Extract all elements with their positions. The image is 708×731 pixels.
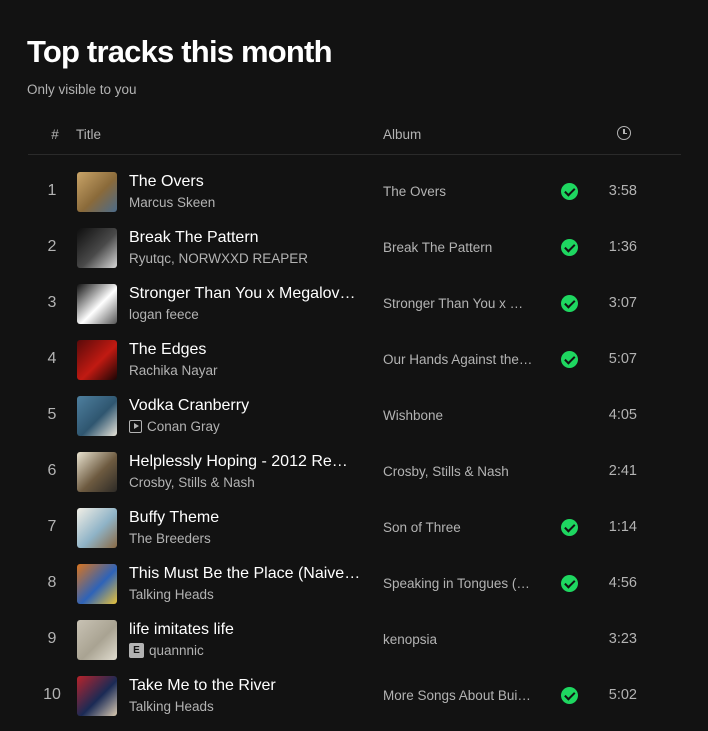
track-row[interactable]: 2 Break The Pattern Ryutqc, NORWXXD REAPER… [0, 220, 708, 276]
track-artist: Crosby, Stills & Nash [129, 475, 361, 490]
track-artist: Conan Gray [129, 419, 361, 434]
artist-link[interactable]: Talking Heads [129, 699, 214, 714]
track-duration: 1:14 [608, 519, 637, 535]
track-artist: Talking Heads [129, 587, 361, 602]
track-number: 7 [47, 518, 57, 535]
column-title[interactable]: Title [76, 127, 101, 142]
track-title-link[interactable]: Helplessly Hoping - 2012 Remaster [129, 453, 361, 471]
top-tracks-page: Top tracks this month Only visible to yo… [0, 0, 708, 731]
track-title-link[interactable]: Vodka Cranberry [129, 397, 361, 415]
album-link[interactable]: Wishbone [383, 408, 533, 423]
track-duration: 2:41 [608, 463, 637, 479]
album-art[interactable] [77, 620, 117, 660]
album-art[interactable] [77, 228, 117, 268]
artist-link[interactable]: Rachika Nayar [129, 363, 218, 378]
artist-link[interactable]: logan feece [129, 307, 199, 322]
album-link[interactable]: The Overs [383, 184, 533, 199]
track-artist: Rachika Nayar [129, 363, 361, 378]
clock-icon [617, 126, 631, 140]
album-art[interactable] [77, 396, 117, 436]
artist-link[interactable]: quannnic [149, 643, 204, 658]
track-row[interactable]: 7 Buffy Theme The Breeders Son of Three 1:14 [0, 500, 708, 556]
track-duration: 3:23 [608, 631, 637, 647]
track-artist: Talking Heads [129, 699, 361, 714]
track-number: 3 [47, 294, 57, 311]
track-title-link[interactable]: The Overs [129, 173, 361, 191]
album-link[interactable]: Our Hands Against the Dusk [383, 352, 533, 367]
track-artist: The Breeders [129, 531, 361, 546]
album-art[interactable] [77, 452, 117, 492]
track-number: 1 [47, 182, 57, 199]
saved-check-icon[interactable] [561, 351, 578, 368]
track-artist: logan feece [129, 307, 361, 322]
album-art[interactable] [77, 676, 117, 716]
track-duration: 5:07 [608, 351, 637, 367]
track-number: 9 [47, 630, 57, 647]
track-row[interactable]: 4 The Edges Rachika Nayar Our Hands Against… [0, 332, 708, 388]
track-row[interactable]: 9 life imitates life Equannnic kenopsia 3:23 [0, 612, 708, 668]
album-link[interactable]: Crosby, Stills & Nash [383, 464, 533, 479]
artist-link[interactable]: Ryutqc, NORWXXD REAPER [129, 251, 308, 266]
track-number: 2 [47, 238, 57, 255]
album-link[interactable]: Son of Three [383, 520, 533, 535]
album-art[interactable] [77, 284, 117, 324]
album-art[interactable] [77, 172, 117, 212]
saved-check-icon[interactable] [561, 519, 578, 536]
track-title-link[interactable]: The Edges [129, 341, 361, 359]
saved-check-icon[interactable] [561, 295, 578, 312]
track-artist: Ryutqc, NORWXXD REAPER [129, 251, 361, 266]
artist-link[interactable]: Conan Gray [147, 419, 220, 434]
track-number: 8 [47, 574, 57, 591]
artist-link[interactable]: Talking Heads [129, 587, 214, 602]
tracklist: 1 The Overs Marcus Skeen The Overs 3:58 2 Brea… [0, 164, 708, 724]
album-link[interactable]: Break The Pattern [383, 240, 533, 255]
track-title-link[interactable]: Stronger Than You x Megalovania [129, 285, 361, 303]
explicit-badge: E [129, 643, 144, 658]
track-number: 10 [43, 686, 61, 703]
track-artist: Marcus Skeen [129, 195, 361, 210]
album-art[interactable] [77, 564, 117, 604]
album-link[interactable]: kenopsia [383, 632, 533, 647]
track-row[interactable]: 8 This Must Be the Place (Naive Melody) Ta… [0, 556, 708, 612]
track-row[interactable]: 6 Helplessly Hoping - 2012 Remaster Crosby… [0, 444, 708, 500]
saved-check-icon[interactable] [561, 575, 578, 592]
tracklist-header: # Title Album [28, 118, 681, 155]
artist-link[interactable]: Marcus Skeen [129, 195, 215, 210]
saved-check-icon[interactable] [561, 239, 578, 256]
track-number: 4 [47, 350, 57, 367]
video-icon [129, 420, 142, 433]
track-duration: 1:36 [608, 239, 637, 255]
column-number[interactable]: # [48, 127, 62, 142]
saved-check-icon[interactable] [561, 183, 578, 200]
artist-link[interactable]: Crosby, Stills & Nash [129, 475, 255, 490]
album-art[interactable] [77, 340, 117, 380]
album-art[interactable] [77, 508, 117, 548]
track-duration: 4:56 [608, 575, 637, 591]
track-row[interactable]: 5 Vodka Cranberry Conan Gray Wishbone 4:05 [0, 388, 708, 444]
track-artist: Equannnic [129, 643, 361, 658]
track-duration: 3:58 [608, 183, 637, 199]
saved-check-icon[interactable] [561, 687, 578, 704]
track-row[interactable]: 1 The Overs Marcus Skeen The Overs 3:58 [0, 164, 708, 220]
track-duration: 3:07 [608, 295, 637, 311]
track-duration: 5:02 [608, 687, 637, 703]
track-duration: 4:05 [608, 407, 637, 423]
track-number: 6 [47, 462, 57, 479]
track-title-link[interactable]: Buffy Theme [129, 509, 361, 527]
album-link[interactable]: Stronger Than You x Megalovania [383, 296, 533, 311]
track-title-link[interactable]: life imitates life [129, 621, 361, 639]
page-title: Top tracks this month [27, 34, 333, 69]
album-link[interactable]: Speaking in Tongues (Deluxe Version) [383, 576, 533, 591]
track-row[interactable]: 10 Take Me to the River Talking Heads More … [0, 668, 708, 724]
track-title-link[interactable]: Take Me to the River [129, 677, 361, 695]
column-duration[interactable] [617, 126, 631, 140]
artist-link[interactable]: The Breeders [129, 531, 211, 546]
track-title-link[interactable]: Break The Pattern [129, 229, 361, 247]
column-album[interactable]: Album [383, 127, 421, 142]
track-row[interactable]: 3 Stronger Than You x Megalovania logan fe… [0, 276, 708, 332]
track-number: 5 [47, 406, 57, 423]
album-link[interactable]: More Songs About Buildings and Food [383, 688, 533, 703]
track-title-link[interactable]: This Must Be the Place (Naive Melody) [129, 565, 361, 583]
page-subtitle: Only visible to you [27, 82, 137, 97]
